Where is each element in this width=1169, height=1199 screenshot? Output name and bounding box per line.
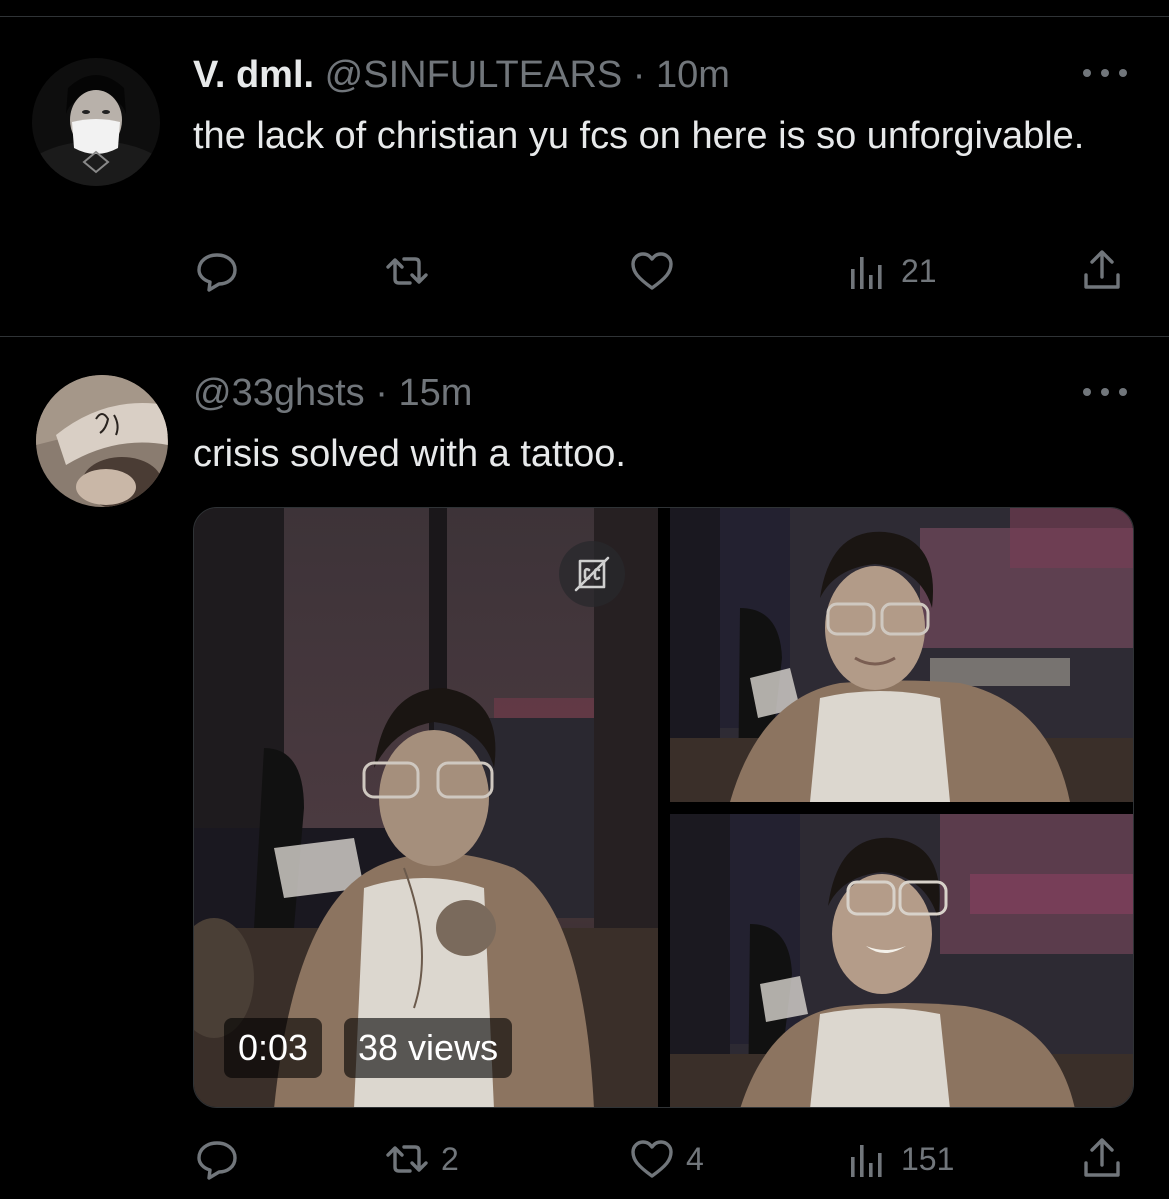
retweet-button[interactable]	[383, 246, 441, 296]
tweet-header: @33ghsts · 15m	[193, 370, 472, 416]
timestamp[interactable]: 15m	[398, 372, 472, 414]
more-dot	[1101, 388, 1109, 396]
more-dot	[1083, 388, 1091, 396]
views-count: 21	[901, 252, 937, 289]
share-button[interactable]	[1078, 246, 1126, 296]
views-button[interactable]: 21	[843, 246, 937, 296]
tweet-actions: 21	[193, 246, 1133, 296]
retweet-count: 2	[441, 1140, 459, 1177]
tweet-text: crisis solved with a tattoo.	[193, 433, 626, 475]
reply-button[interactable]	[193, 246, 251, 296]
closed-captions-off-icon	[572, 554, 612, 594]
more-icon[interactable]	[1083, 382, 1127, 402]
heart-icon	[628, 247, 676, 295]
more-dot	[1083, 69, 1091, 77]
media-grid: 0:03 38 views	[193, 507, 1134, 1108]
avatar[interactable]	[32, 58, 160, 186]
tweet-text: the lack of christian yu fcs on here is …	[193, 115, 1085, 157]
more-dot	[1119, 388, 1127, 396]
views-button[interactable]: 151	[843, 1134, 954, 1184]
like-button[interactable]	[628, 246, 686, 296]
video-thumbnail[interactable]: 0:03 38 views	[194, 508, 658, 1107]
display-name[interactable]: V. dml.	[193, 54, 314, 96]
media-thumbnail[interactable]	[670, 814, 1133, 1107]
separator-dot: ·	[364, 372, 399, 414]
share-icon	[1078, 247, 1126, 295]
separator-dot: ·	[622, 54, 657, 96]
handle[interactable]: @33ghsts	[193, 372, 365, 414]
more-dot	[1101, 69, 1109, 77]
retweet-button[interactable]: 2	[383, 1134, 459, 1184]
reply-icon	[193, 1135, 241, 1183]
captions-button[interactable]	[559, 541, 625, 607]
heart-icon	[628, 1135, 676, 1183]
avatar[interactable]	[36, 375, 168, 507]
reply-icon	[193, 247, 241, 295]
tweet-header: V. dml. @SINFULTEARS · 10m	[193, 52, 730, 98]
top-divider	[0, 16, 1169, 17]
retweet-icon	[383, 247, 431, 295]
share-icon	[1078, 1135, 1126, 1183]
tweet-divider	[0, 336, 1169, 337]
views-icon	[843, 247, 891, 295]
views-count: 151	[901, 1140, 955, 1177]
video-duration-badge: 0:03	[224, 1018, 323, 1078]
like-count: 4	[686, 1140, 704, 1177]
like-button[interactable]: 4	[628, 1134, 704, 1184]
more-icon[interactable]	[1083, 63, 1127, 83]
timestamp[interactable]: 10m	[656, 54, 730, 96]
share-button[interactable]	[1078, 1134, 1126, 1184]
retweet-icon	[383, 1135, 431, 1183]
video-views-badge: 38 views	[344, 1018, 513, 1078]
handle[interactable]: @SINFULTEARS	[325, 54, 623, 96]
more-dot	[1119, 69, 1127, 77]
media-thumbnail[interactable]	[670, 508, 1133, 802]
views-icon	[843, 1135, 891, 1183]
tweet-actions: 2 4 151	[193, 1134, 1133, 1184]
reply-button[interactable]	[193, 1134, 251, 1184]
